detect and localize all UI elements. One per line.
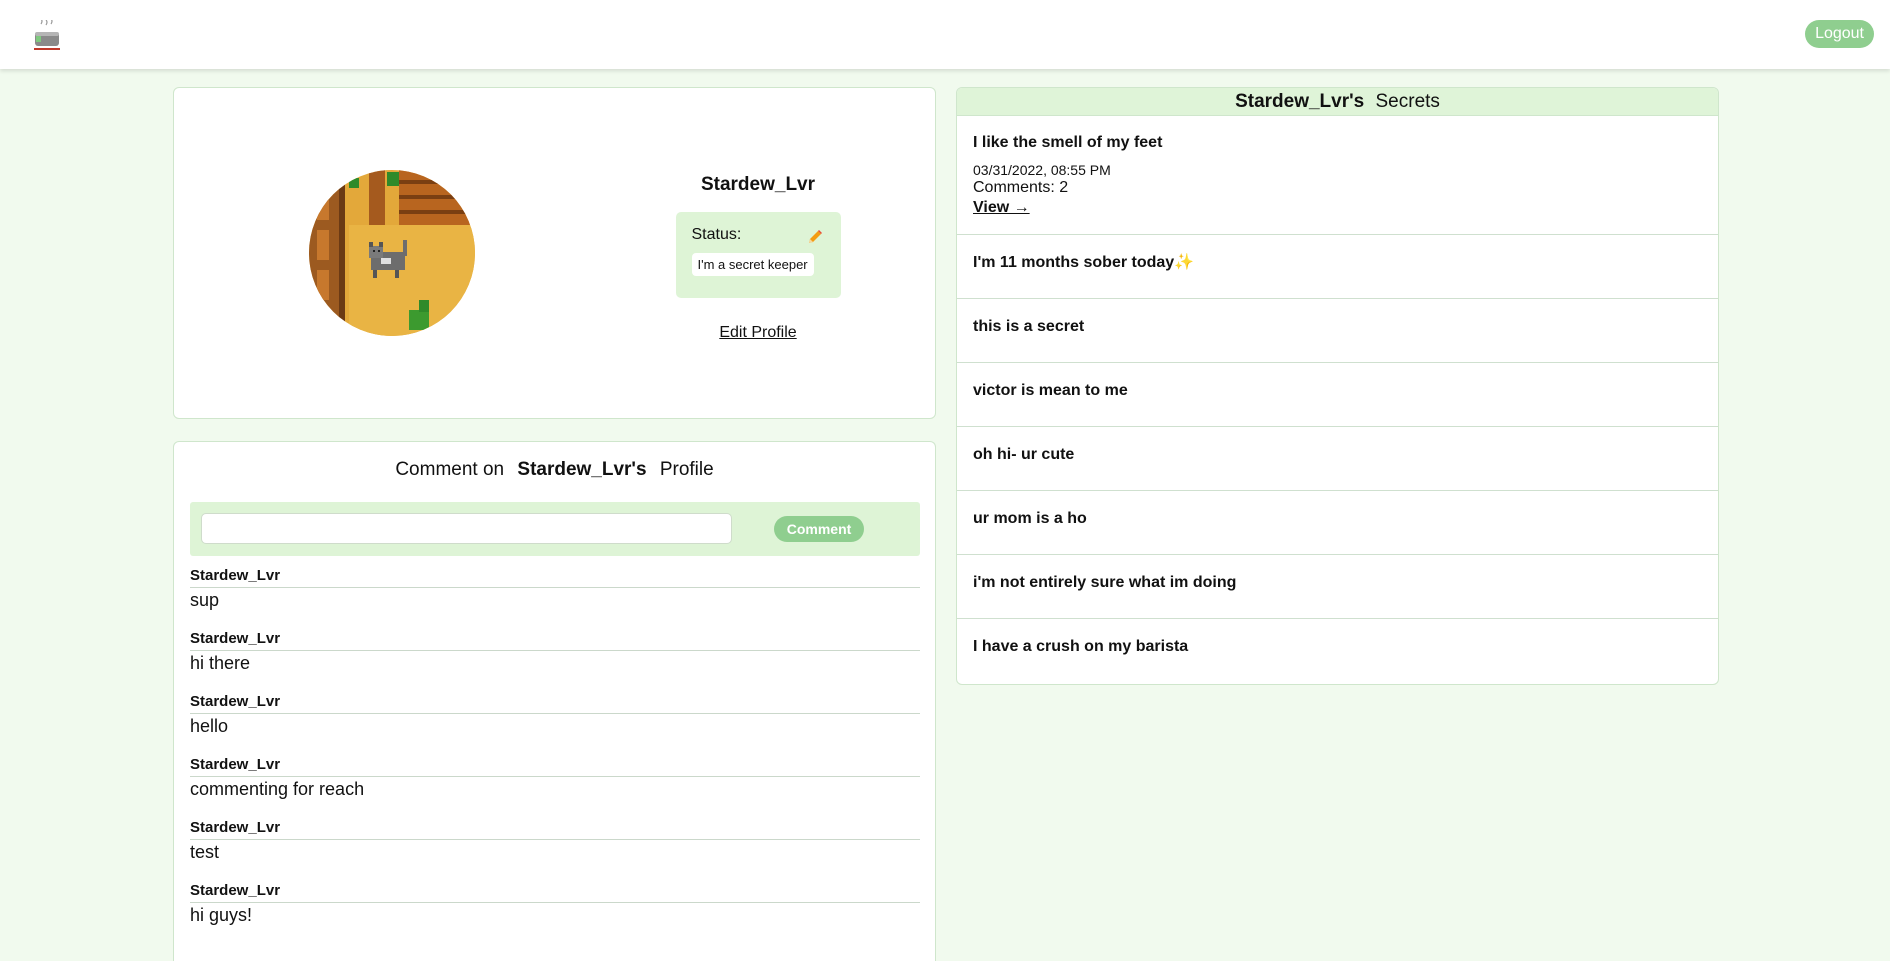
secrets-header-name: Stardew_Lvr's (1235, 91, 1365, 112)
comment-text: commenting for reach (190, 779, 365, 799)
comment-text: hi guys! (190, 905, 253, 925)
secret-item[interactable]: this is a secret (957, 299, 1718, 363)
status-value: I'm a secret keeper (691, 253, 814, 276)
secret-item[interactable]: I'm 11 months sober today✨ (957, 235, 1718, 299)
comment-author[interactable]: Stardew_Lvr (190, 567, 920, 588)
secret-title: I have a crush on my barista (973, 638, 1189, 655)
comment-item: Stardew_Lvr test (190, 819, 920, 882)
secret-title: I'm 11 months sober today✨ (973, 235, 1702, 273)
comment-text: hi there (190, 653, 251, 673)
secret-date: 03/31/2022, 08:55 PM (973, 162, 1111, 178)
navbar: Logout (0, 0, 1890, 69)
comment-item: Stardew_Lvr hi guys! (190, 882, 920, 945)
secret-title: I like the smell of my feet (973, 134, 1163, 151)
secret-title: victor is mean to me (973, 382, 1128, 399)
comment-submit-button[interactable]: Comment (774, 516, 864, 542)
secret-view-link[interactable]: View → (973, 198, 1030, 218)
secret-item[interactable]: I like the smell of my feet 03/31/2022, … (957, 116, 1718, 235)
logout-button[interactable]: Logout (1805, 20, 1874, 48)
secret-comment-count: Comments: 2 (973, 179, 1069, 196)
secrets-header: Stardew_Lvr's Secrets (957, 88, 1718, 116)
secret-title: oh hi- ur cute (973, 446, 1075, 463)
comment-item: Stardew_Lvr sup (190, 567, 920, 630)
comment-item: Stardew_Lvr hi there (190, 630, 920, 693)
comment-author[interactable]: Stardew_Lvr (190, 693, 920, 714)
pencil-icon[interactable] (807, 229, 823, 245)
secret-item[interactable]: I have a crush on my barista (957, 619, 1718, 683)
comment-text: sup (190, 590, 220, 610)
secret-item[interactable]: i'm not entirely sure what im doing (957, 555, 1718, 619)
profile-card: Stardew_Lvr Status: I'm a secret keeper … (173, 87, 936, 419)
secret-item[interactable]: ur mom is a ho (957, 491, 1718, 555)
comment-section-title: Comment on Stardew_Lvr's Profile (174, 459, 935, 481)
sparkles-icon: ✨ (1174, 254, 1195, 271)
comment-form: Comment (190, 502, 920, 556)
comment-input[interactable] (201, 513, 732, 544)
comment-author[interactable]: Stardew_Lvr (190, 756, 920, 777)
comment-author[interactable]: Stardew_Lvr (190, 819, 920, 840)
comment-author[interactable]: Stardew_Lvr (190, 630, 920, 651)
comment-text: test (190, 842, 220, 862)
secret-title: i'm not entirely sure what im doing (973, 574, 1237, 591)
comment-text: hello (190, 716, 229, 736)
comment-title-name: Stardew_Lvr's (517, 459, 647, 480)
comment-card: Comment on Stardew_Lvr's Profile Comment… (173, 441, 936, 961)
secret-title: this is a secret (973, 318, 1085, 335)
secret-item[interactable]: oh hi- ur cute (957, 427, 1718, 491)
secrets-card: Stardew_Lvr's Secrets I like the smell o… (956, 87, 1719, 685)
comment-item: Stardew_Lvr hello (190, 693, 920, 756)
status-label: Status: (691, 226, 742, 243)
edit-profile-link[interactable]: Edit Profile (719, 324, 796, 342)
profile-info: Stardew_Lvr Status: I'm a secret keeper … (673, 174, 843, 342)
status-box: Status: I'm a secret keeper (675, 212, 841, 298)
teapot-icon[interactable] (32, 18, 62, 52)
secrets-header-suffix: Secrets (1375, 91, 1440, 112)
profile-username: Stardew_Lvr (700, 174, 816, 195)
comment-title-suffix: Profile (659, 459, 714, 480)
secret-item[interactable]: victor is mean to me (957, 363, 1718, 427)
comments-list: Stardew_Lvr sup Stardew_Lvr hi there Sta… (190, 567, 920, 945)
secret-title-text: I'm 11 months sober today (973, 254, 1175, 271)
comment-item: Stardew_Lvr commenting for reach (190, 756, 920, 819)
comment-title-prefix: Comment on (395, 459, 505, 480)
avatar (309, 170, 475, 336)
secret-title: ur mom is a ho (973, 510, 1087, 527)
comment-author[interactable]: Stardew_Lvr (190, 882, 920, 903)
